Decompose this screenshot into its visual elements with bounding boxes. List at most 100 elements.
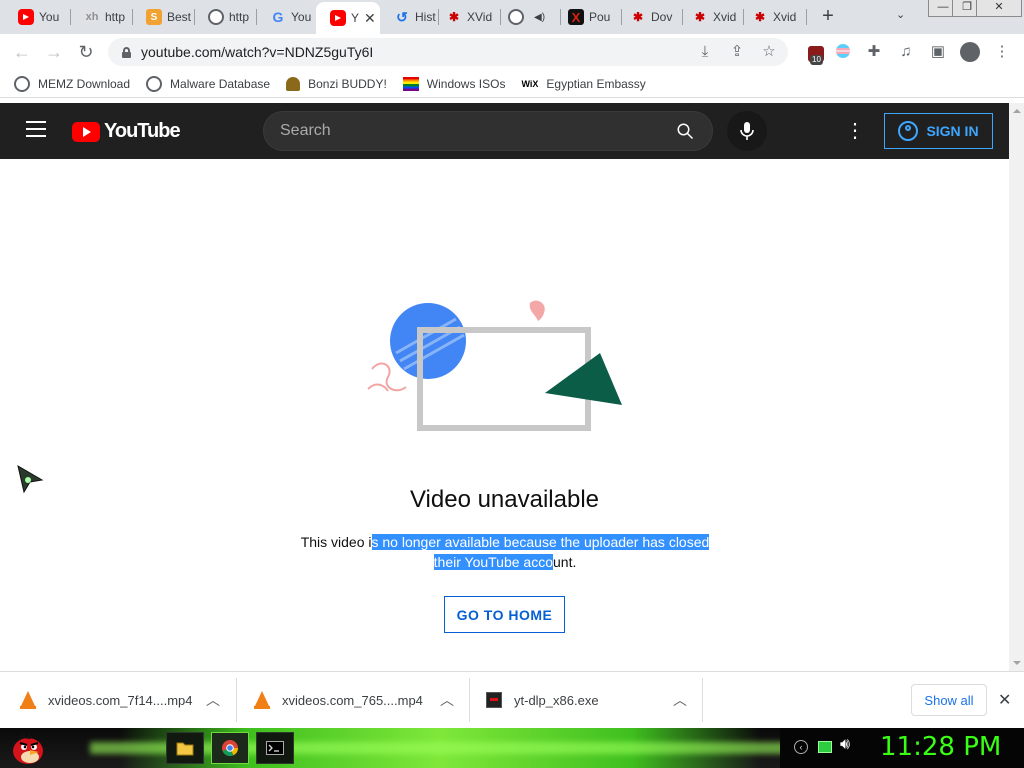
side-panel-icon[interactable]: ▣ <box>928 42 948 62</box>
tab-google[interactable]: G You <box>256 4 318 30</box>
bookmark-label: Malware Database <box>170 76 271 91</box>
download-bar: xvideos.com_7f14....mp4 ︿ xvideos.com_76… <box>0 671 1024 728</box>
bookmark-label: MEMZ Download <box>38 76 131 91</box>
show-all-downloads-button[interactable]: Show all <box>911 684 987 716</box>
tab-blogger[interactable]: S Best <box>132 4 194 30</box>
profile-avatar-icon[interactable] <box>960 42 980 62</box>
extension-badge-count: 10 <box>810 55 823 65</box>
tab-xvideos-3[interactable]: ✱ Xvid <box>678 4 742 30</box>
tab-xvideos-1[interactable]: ✱ XVid <box>432 4 498 30</box>
back-button[interactable]: ← <box>10 40 34 64</box>
extensions-puzzle-icon[interactable]: ✚ <box>864 42 884 62</box>
bookmark-bonzi-buddy[interactable]: Bonzi BUDDY! <box>286 76 387 91</box>
url-text[interactable]: youtube.com/watch?v=NDNZ5guTy6I <box>141 44 373 60</box>
chevron-up-icon[interactable]: ︿ <box>440 690 454 710</box>
tab-xvideos-4[interactable]: ✱ Xvid <box>738 4 804 30</box>
tab-globe-1[interactable]: http <box>194 4 256 30</box>
close-download-bar-icon[interactable]: ✕ <box>998 690 1011 710</box>
blogger-icon: S <box>146 9 162 25</box>
settings-kebab-icon[interactable]: ⋮ <box>845 117 865 145</box>
tab-xvideos-2[interactable]: ✱ Dov <box>616 4 682 30</box>
pink-squiggle-shape <box>367 362 407 392</box>
scroll-down-arrow-icon[interactable] <box>1013 661 1021 665</box>
microphone-icon <box>740 122 754 140</box>
youtube-icon <box>330 10 346 26</box>
tab-title: You <box>291 10 312 24</box>
message-text-end: unt. <box>553 554 577 570</box>
address-bar[interactable]: youtube.com/watch?v=NDNZ5guTy6I <box>108 38 788 66</box>
forward-button[interactable]: → <box>42 40 66 64</box>
tab-history[interactable]: ↺ Hist <box>380 4 438 30</box>
taskbar-chrome[interactable] <box>211 732 249 764</box>
search-input[interactable] <box>280 122 660 140</box>
youtube-icon <box>18 9 34 25</box>
download-item[interactable]: xvideos.com_765....mp4 <box>254 678 423 722</box>
close-tab-icon[interactable]: ✕ <box>364 10 376 27</box>
install-icon[interactable]: ⤓ <box>695 42 715 62</box>
media-queue-icon[interactable]: ♫ <box>896 42 916 62</box>
close-window-button[interactable]: ✕ <box>976 0 1022 17</box>
xvideos-icon: ✱ <box>754 10 766 24</box>
youtube-logo[interactable]: YouTube <box>72 120 181 143</box>
go-to-home-button[interactable]: GO TO HOME <box>444 596 565 633</box>
reload-button[interactable]: ↻ <box>74 40 98 64</box>
selected-message-text: s no longer available because the upload… <box>371 534 710 570</box>
bookmark-egyptian-embassy[interactable]: WiX Egyptian Embassy <box>521 77 645 91</box>
chevron-up-icon[interactable]: ︿ <box>206 690 220 710</box>
tab-title: You <box>39 10 60 24</box>
speaker-icon[interactable]: ◀) <box>534 12 545 23</box>
bonzi-icon <box>286 76 301 91</box>
xvideos-icon: ✱ <box>448 10 460 24</box>
scroll-up-arrow-icon[interactable] <box>1013 109 1021 113</box>
tab-x[interactable]: X Pou <box>554 4 618 30</box>
show-hidden-icons-icon[interactable]: ‹ <box>794 740 808 754</box>
network-icon[interactable] <box>818 741 832 753</box>
share-icon[interactable]: ⇪ <box>727 42 747 62</box>
tab-globe-audio[interactable]: ◀) <box>494 4 558 30</box>
bookmark-memz[interactable]: MEMZ Download <box>14 75 131 92</box>
sign-in-button[interactable]: SIGN IN <box>884 113 993 149</box>
globe-icon <box>146 75 163 92</box>
taskbar-clock[interactable]: 11:28 PM <box>880 732 1001 762</box>
tab-search-chevron-icon[interactable]: ⌄ <box>896 8 905 21</box>
voice-search-button[interactable] <box>727 111 767 151</box>
tab-youtube-1[interactable]: You <box>4 4 66 30</box>
bookmark-windows-isos[interactable]: Windows ISOs <box>402 76 506 91</box>
tab-title: Y <box>351 11 360 25</box>
start-button-angry-bird-icon[interactable] <box>8 730 46 766</box>
tab-divider <box>806 9 807 25</box>
tab-youtube-active[interactable]: Y ✕ <box>316 2 380 34</box>
xvideos-icon: ✱ <box>694 10 706 24</box>
download-filename: xvideos.com_7f14....mp4 <box>48 692 193 708</box>
globe-icon <box>208 9 224 25</box>
download-item[interactable]: xvideos.com_7f14....mp4 <box>20 678 193 722</box>
trans-flag-extension-icon[interactable] <box>836 44 850 58</box>
tab-title: Xvid <box>713 10 737 24</box>
lock-icon[interactable] <box>122 46 131 58</box>
taskbar-file-explorer[interactable] <box>166 732 204 764</box>
xvideos-icon: ✱ <box>632 10 644 24</box>
menu-kebab-icon[interactable]: ⋮ <box>992 42 1012 62</box>
bookmark-label: Windows ISOs <box>426 76 506 91</box>
search-icon[interactable] <box>676 122 694 140</box>
tab-xhamster[interactable]: xh http <box>70 4 132 30</box>
bookmark-star-icon[interactable]: ☆ <box>759 42 779 62</box>
globe-icon <box>14 75 30 92</box>
page-scrollbar[interactable] <box>1009 103 1024 671</box>
vlc-icon <box>20 691 36 709</box>
new-tab-button[interactable]: + <box>816 4 840 28</box>
download-filename: xvideos.com_765....mp4 <box>282 692 423 708</box>
mouse-cursor-icon <box>17 464 44 494</box>
bookmark-malware-database[interactable]: Malware Database <box>146 75 271 92</box>
chevron-up-icon[interactable]: ︿ <box>673 690 687 710</box>
volume-icon[interactable]: 🔊︎ <box>840 736 850 754</box>
download-item[interactable]: yt-dlp_x86.exe <box>486 678 599 722</box>
tab-strip: You xh http S Best http G You Y ✕ ↺ Hist… <box>0 0 1024 34</box>
youtube-play-icon <box>72 121 100 142</box>
tab-title: Xvid <box>773 10 797 24</box>
extension-badge-icon[interactable]: 10 <box>808 46 824 65</box>
download-divider <box>236 678 237 722</box>
taskbar-command-prompt[interactable] <box>256 732 294 764</box>
hamburger-menu-icon[interactable] <box>26 121 46 137</box>
youtube-search-box[interactable] <box>263 111 713 151</box>
